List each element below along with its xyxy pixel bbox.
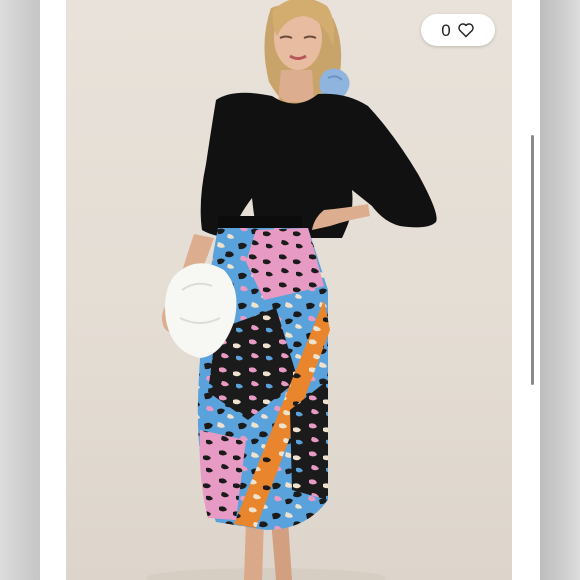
like-count: 0 [441, 20, 451, 40]
heart-outline-icon [458, 23, 474, 38]
like-button[interactable]: 0 [421, 14, 495, 46]
model-illustration [146, 0, 437, 580]
gallery-gap [512, 0, 540, 580]
gallery-gap [40, 0, 66, 580]
product-photo[interactable]: 0 [66, 0, 512, 580]
next-photo-preview[interactable] [540, 0, 580, 580]
scrollbar-thumb[interactable] [531, 135, 534, 385]
